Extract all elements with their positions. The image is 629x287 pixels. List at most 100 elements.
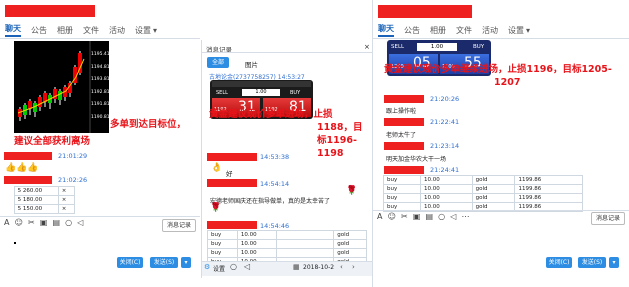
tab-album[interactable]: 相册 xyxy=(430,25,446,36)
close-button[interactable]: 关闭(C) xyxy=(546,257,572,268)
sound-icon[interactable]: ◁ xyxy=(450,212,456,221)
rose-icon: 🌹 xyxy=(346,186,358,196)
table-row: buy 10.00 gold 1199.86 xyxy=(383,184,583,194)
tab-notice[interactable]: 公告 xyxy=(404,25,420,36)
table-row: buy10.00gold xyxy=(207,230,367,240)
table-row: 5 180.00 × xyxy=(5,195,76,205)
settings-icon[interactable]: ⚙ xyxy=(204,263,210,271)
search-icon[interactable]: ○ xyxy=(65,218,72,227)
tab-files[interactable]: 文件 xyxy=(456,25,472,36)
tab-settings[interactable]: 设置 xyxy=(508,25,524,36)
sell-label[interactable]: SELL xyxy=(391,44,404,50)
buy-label[interactable]: BUY xyxy=(290,90,300,96)
folder-icon[interactable]: ▤ xyxy=(52,218,60,227)
tab-notice[interactable]: 公告 xyxy=(31,25,47,36)
redacted-sender xyxy=(207,153,257,161)
send-options-dropdown[interactable]: ▾ xyxy=(181,257,191,268)
chart-price-axis: 1195.41 1194.81 1193.81 1192.81 1191.81 … xyxy=(91,52,110,120)
redacted-sender xyxy=(4,152,52,160)
scissors-icon[interactable]: ✂ xyxy=(28,218,35,227)
sound-icon[interactable]: ◁ xyxy=(244,262,250,271)
scissors-icon[interactable]: ✂ xyxy=(401,212,408,221)
chevron-down-icon[interactable]: ▾ xyxy=(526,26,530,35)
message-time: 21:02:26 xyxy=(58,176,88,184)
history-date: 2018-10-2 xyxy=(303,264,335,271)
settings-label[interactable]: 设置 xyxy=(213,264,225,273)
tab-activity[interactable]: 活动 xyxy=(109,25,125,36)
close-button[interactable]: 关闭(C) xyxy=(117,257,143,268)
message-time: 14:54:46 xyxy=(260,222,290,230)
emoji-icon[interactable]: ☺ xyxy=(15,218,23,227)
prev-page-icon[interactable]: ‹ xyxy=(340,263,343,271)
right-toolbar: A ☺ ✂ ▣ ▤ ○ ◁ ⋯ xyxy=(377,212,469,221)
message-time: 21:22:41 xyxy=(430,118,460,126)
right-tabbar: 聊天 公告 相册 文件 活动 设置 ▾ xyxy=(378,22,540,38)
redacted-title xyxy=(378,5,472,18)
next-page-icon[interactable]: › xyxy=(352,263,355,271)
send-options-dropdown[interactable]: ▾ xyxy=(609,257,619,268)
send-button[interactable]: 发送(S) xyxy=(578,257,606,268)
message-text: 建议全部获利离场 xyxy=(14,136,91,147)
sell-label[interactable]: SELL xyxy=(216,90,228,96)
history-button[interactable]: 消息记录 xyxy=(162,219,196,232)
search-icon[interactable]: ○ xyxy=(230,262,237,271)
close-icon[interactable]: × xyxy=(57,204,76,214)
table-row: buy10.00gold xyxy=(207,239,367,249)
lot-field[interactable]: 1.00 xyxy=(242,89,280,96)
ticket-header xyxy=(212,81,311,87)
redacted-sender xyxy=(384,95,424,103)
table-row: 5 150.00 × xyxy=(5,204,76,214)
lot-field[interactable]: 1.00 xyxy=(417,43,457,51)
tab-album[interactable]: 相册 xyxy=(57,25,73,36)
chevron-down-icon[interactable]: ▾ xyxy=(153,26,157,35)
history-footer xyxy=(202,261,372,276)
redacted-sender xyxy=(384,118,424,126)
left-toolbar: A ☺ ✂ ▣ ▤ ○ ◁ xyxy=(4,218,83,227)
image-icon[interactable]: ▣ xyxy=(413,212,421,221)
price-chart: 1195.41 1194.81 1193.81 1192.81 1191.81 … xyxy=(14,41,110,133)
message-text: 明天加金华农大干一场 xyxy=(386,156,447,163)
close-icon[interactable]: × xyxy=(364,43,370,51)
message-time: 14:54:14 xyxy=(260,180,290,188)
close-icon[interactable]: × xyxy=(57,195,76,205)
position-table: 5 260.00 × 5 180.00 × 5 150.00 × xyxy=(5,186,76,214)
image-icon[interactable]: ▣ xyxy=(40,218,48,227)
font-icon[interactable]: A xyxy=(377,212,382,221)
tab-chat[interactable]: 聊天 xyxy=(378,23,394,37)
message-text: 宏德老师国庆还在指导做单，真的是太幸苦了 xyxy=(210,198,331,205)
redacted-sender xyxy=(207,179,257,187)
table-row: buy 10.00 gold 1199.86 xyxy=(383,193,583,203)
tab-all[interactable]: 全部 xyxy=(207,57,229,68)
emoji-icon[interactable]: ☺ xyxy=(388,212,396,221)
font-icon[interactable]: A xyxy=(4,218,9,227)
calendar-icon[interactable]: ▦ xyxy=(293,263,300,271)
redacted-sender xyxy=(4,176,52,184)
sound-icon[interactable]: ◁ xyxy=(77,218,83,227)
thumbs-up-icon: 👍👍👍 xyxy=(5,163,39,173)
left-tabbar: 聊天 公告 相册 文件 活动 设置 ▾ xyxy=(5,22,167,38)
history-button[interactable]: 消息记录 xyxy=(591,212,625,225)
message-time: 21:01:29 xyxy=(58,152,88,160)
more-icon[interactable]: ⋯ xyxy=(461,212,469,221)
tab-files[interactable]: 文件 xyxy=(83,25,99,36)
message-time: 21:24:41 xyxy=(430,166,460,174)
redacted-title xyxy=(5,5,95,17)
tab-settings[interactable]: 设置 xyxy=(135,25,151,36)
table-row: buy 10.00 gold 1199.86 xyxy=(383,175,583,185)
tab-chat[interactable]: 聊天 xyxy=(5,23,21,37)
position-table: buy 10.00 gold 1199.86 buy 10.00 gold 1199.86 … xyxy=(383,175,583,212)
tab-pictures[interactable]: 图片 xyxy=(245,59,258,69)
tab-activity[interactable]: 活动 xyxy=(482,25,498,36)
close-icon[interactable]: × xyxy=(57,186,76,196)
folder-icon[interactable]: ▤ xyxy=(425,212,433,221)
send-button[interactable]: 发送(S) xyxy=(150,257,178,268)
redacted-sender xyxy=(207,221,257,229)
search-icon[interactable]: ○ xyxy=(438,212,445,221)
message-text: 老师太牛了 xyxy=(386,132,417,139)
table-row: buy10.00gold xyxy=(207,248,367,258)
message-time: 21:20:26 xyxy=(430,95,460,103)
message-text: 多单到达目标位， xyxy=(110,119,187,130)
redacted-sender xyxy=(384,142,424,150)
buy-label[interactable]: BUY xyxy=(473,44,484,50)
message-time: 21:23:14 xyxy=(430,142,460,150)
